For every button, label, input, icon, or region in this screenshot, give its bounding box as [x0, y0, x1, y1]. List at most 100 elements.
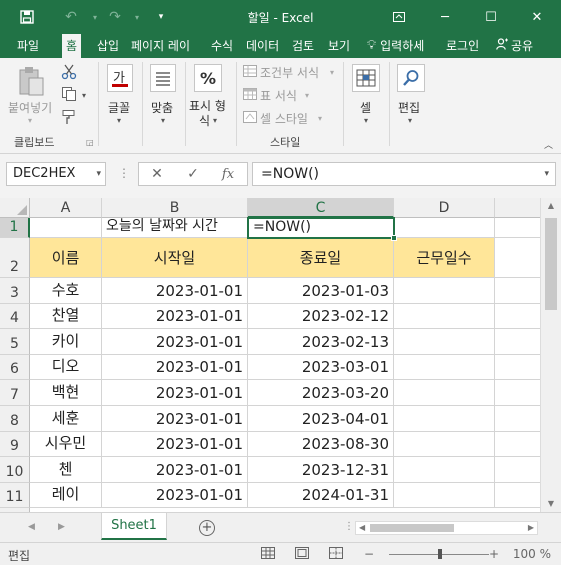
tab-file[interactable]: 파일 — [17, 34, 39, 58]
scroll-down-icon[interactable]: ▼ — [541, 496, 561, 512]
sign-in-link[interactable]: 로그인 — [446, 34, 479, 58]
tab-page-layout[interactable]: 페이지 레이 — [131, 34, 190, 58]
table-row-workdays[interactable] — [394, 380, 495, 406]
expand-formula-bar-icon[interactable]: ▾ — [544, 163, 549, 185]
table-row-workdays[interactable] — [394, 329, 495, 355]
vertical-scrollbar[interactable]: ▲ ▼ — [540, 198, 561, 512]
table-row-workdays[interactable] — [394, 406, 495, 432]
paste-dropdown-icon[interactable]: ▾ — [28, 116, 32, 125]
scroll-right-icon[interactable]: ▶ — [528, 522, 534, 534]
vertical-scroll-thumb[interactable] — [545, 218, 557, 310]
prev-sheet-icon[interactable]: ◀ — [28, 522, 35, 532]
paste-icon[interactable] — [16, 64, 46, 98]
table-row-name[interactable]: 카이 — [30, 329, 102, 355]
column-header-a[interactable]: A — [30, 198, 102, 218]
table-row-name[interactable]: 백현 — [30, 380, 102, 406]
header-cell-workdays[interactable]: 근무일수 — [394, 238, 495, 278]
collapse-ribbon-icon[interactable]: ︿ — [544, 138, 553, 151]
cut-icon[interactable] — [60, 63, 78, 81]
sheet-tab-sheet1[interactable]: Sheet1 — [101, 513, 167, 540]
table-row-end[interactable]: 2023-12-31 — [248, 457, 394, 483]
cell-d1[interactable] — [394, 218, 495, 238]
cell-e2[interactable] — [495, 238, 540, 278]
table-row-workdays[interactable] — [394, 483, 495, 508]
table-row-name[interactable]: 수호 — [30, 278, 102, 304]
table-row-end[interactable]: 2023-01-03 — [248, 278, 394, 304]
table-row-workdays[interactable] — [394, 355, 495, 380]
editing-button[interactable]: 편집 — [398, 99, 420, 116]
formula-bar-splitter-icon[interactable]: ⋮ — [118, 166, 130, 180]
fill-handle[interactable] — [391, 235, 397, 241]
table-row-workdays[interactable] — [394, 432, 495, 457]
table-row-start[interactable]: 2023-01-01 — [102, 304, 248, 329]
page-break-view-icon[interactable] — [329, 547, 343, 562]
table-row-end[interactable]: 2023-08-30 — [248, 432, 394, 457]
scroll-left-icon[interactable]: ◀ — [359, 522, 365, 534]
table-row-end[interactable]: 2023-03-01 — [248, 355, 394, 380]
table-row-blank[interactable] — [495, 432, 540, 457]
table-row-name[interactable]: 레이 — [30, 483, 102, 508]
column-header-c[interactable]: C — [248, 198, 394, 218]
tab-formulas[interactable]: 수식 — [211, 34, 233, 58]
cells-icon[interactable] — [352, 64, 380, 92]
normal-view-icon[interactable] — [261, 547, 275, 562]
cell-style-button[interactable]: 셀 스타일 — [260, 110, 308, 127]
tab-review[interactable]: 검토 — [292, 34, 314, 58]
row-header-4[interactable]: 4 — [0, 304, 30, 329]
cells-button[interactable]: 셀 — [360, 99, 371, 116]
clipboard-launcher-icon[interactable]: ◲ — [86, 138, 94, 147]
cell-b1[interactable]: 오늘의 날짜와 시간 — [102, 218, 248, 238]
font-icon[interactable]: 가 — [107, 64, 133, 92]
insert-function-icon[interactable]: fx — [213, 162, 243, 186]
search-icon[interactable] — [397, 64, 425, 92]
page-layout-view-icon[interactable] — [295, 547, 309, 562]
table-row-start[interactable]: 2023-01-01 — [102, 329, 248, 355]
format-painter-icon[interactable] — [60, 108, 78, 126]
row-header-7[interactable]: 7 — [0, 380, 30, 406]
zoom-slider-handle[interactable] — [438, 549, 442, 559]
zoom-in-icon[interactable]: + — [489, 547, 499, 561]
worksheet-grid[interactable]: A B C D 1 2 3 4 5 6 7 8 9 10 11 오늘의 날짜와 … — [0, 198, 561, 512]
tab-view[interactable]: 보기 — [328, 34, 350, 58]
cell-a1[interactable] — [30, 218, 102, 238]
column-header-d[interactable]: D — [394, 198, 495, 218]
table-format-dropdown-icon[interactable]: ▾ — [305, 91, 309, 100]
table-row-start[interactable]: 2023-01-01 — [102, 457, 248, 483]
cells-dropdown-icon[interactable]: ▾ — [364, 116, 368, 125]
table-row-end[interactable]: 2023-04-01 — [248, 406, 394, 432]
cell-c1-active[interactable]: =NOW() — [247, 217, 395, 239]
table-row-blank[interactable] — [495, 483, 540, 508]
alignment-button[interactable]: 맞춤 — [151, 99, 173, 116]
table-row-name[interactable]: 시우민 — [30, 432, 102, 457]
table-row-start[interactable]: 2023-01-01 — [102, 406, 248, 432]
zoom-level[interactable]: 100 % — [513, 547, 551, 561]
alignment-icon[interactable] — [150, 64, 176, 92]
row-header-11[interactable]: 11 — [0, 483, 30, 508]
table-row-start[interactable]: 2023-01-01 — [102, 278, 248, 304]
share-button[interactable]: 공유 — [496, 34, 533, 58]
font-button[interactable]: 글꼴 — [108, 99, 130, 116]
horizontal-scrollbar[interactable]: ◀ ▶ — [355, 521, 538, 535]
table-row-workdays[interactable] — [394, 304, 495, 329]
table-format-button[interactable]: 표 서식 — [260, 87, 297, 104]
tell-me-search[interactable]: 💡︎ 입력하세 — [367, 34, 424, 58]
table-row-blank[interactable] — [495, 406, 540, 432]
cell-e1[interactable] — [495, 218, 540, 238]
alignment-dropdown-icon[interactable]: ▾ — [161, 116, 165, 125]
table-row-blank[interactable] — [495, 329, 540, 355]
tab-splitter-icon[interactable]: ⋮ — [344, 521, 354, 532]
column-header-e[interactable] — [495, 198, 540, 218]
enter-formula-icon[interactable]: ✓ — [178, 162, 208, 186]
horizontal-scroll-thumb[interactable] — [370, 524, 454, 532]
font-dropdown-icon[interactable]: ▾ — [117, 116, 121, 125]
row-header-9[interactable]: 9 — [0, 432, 30, 457]
table-row-name[interactable]: 디오 — [30, 355, 102, 380]
ribbon-display-options-icon[interactable] — [386, 6, 412, 28]
name-box-dropdown-icon[interactable]: ▾ — [96, 163, 101, 185]
name-box[interactable]: DEC2HEX ▾ — [6, 162, 106, 186]
header-cell-start[interactable]: 시작일 — [102, 238, 248, 278]
row-header-10[interactable]: 10 — [0, 457, 30, 483]
number-format-dropdown-icon[interactable]: ▾ — [213, 116, 217, 125]
editing-dropdown-icon[interactable]: ▾ — [408, 116, 412, 125]
row-header-6[interactable]: 6 — [0, 355, 30, 380]
